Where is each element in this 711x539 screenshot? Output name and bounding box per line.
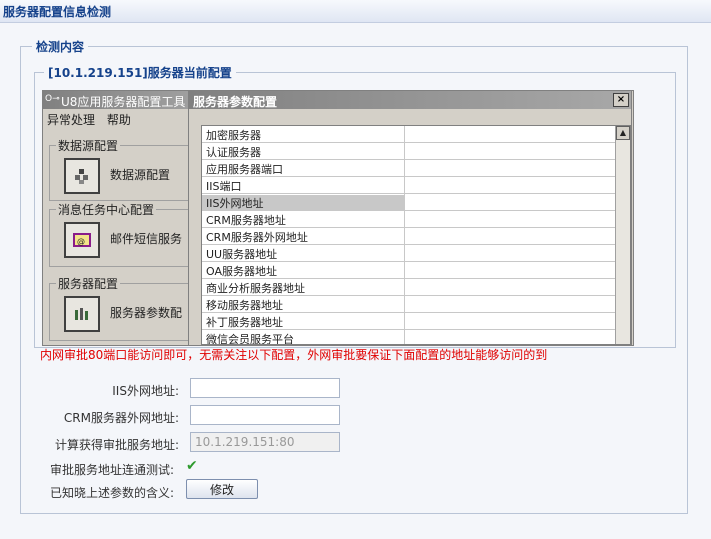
column-divider xyxy=(404,279,405,295)
column-divider xyxy=(404,330,405,344)
app-menubar: 异常处理 帮助 xyxy=(47,111,139,128)
list-item[interactable]: 认证服务器 xyxy=(202,143,616,160)
mail-sms-button-label[interactable]: 邮件短信服务 xyxy=(110,230,182,247)
iis-address-input[interactable] xyxy=(190,378,340,398)
column-divider xyxy=(404,262,405,278)
datasource-button-label[interactable]: 数据源配置 xyxy=(110,166,170,183)
list-item[interactable]: 应用服务器端口 xyxy=(202,160,616,177)
list-item[interactable]: CRM服务器地址 xyxy=(202,211,616,228)
list-item-label: 微信会员服务平台 xyxy=(206,333,294,345)
column-divider xyxy=(404,143,405,159)
column-divider xyxy=(404,245,405,261)
calc-address-input xyxy=(190,432,340,452)
crm-address-label: CRM服务器外网地址: xyxy=(63,411,179,425)
svg-text:@: @ xyxy=(77,237,85,246)
menu-exception[interactable]: 异常处理 xyxy=(47,113,95,127)
app-titlebar: O⊸ U8应用服务器配置工具 xyxy=(43,91,193,109)
group-datasource: 数据源配置 数据源配置 xyxy=(49,137,200,201)
list-item-label: UU服务器地址 xyxy=(206,248,278,261)
list-item[interactable]: OA服务器地址 xyxy=(202,262,616,279)
group-label: 数据源配置 xyxy=(56,137,121,154)
crm-address-input[interactable] xyxy=(190,405,340,425)
column-divider xyxy=(404,177,405,193)
list-scrollbar[interactable]: ▲ xyxy=(615,126,630,344)
column-divider xyxy=(404,228,405,244)
database-icon[interactable] xyxy=(64,158,100,194)
scroll-up-icon[interactable]: ▲ xyxy=(616,126,630,140)
key-icon: O⊸ xyxy=(45,94,60,104)
subsection-title: [10.1.219.151]服务器当前配置 xyxy=(44,64,236,81)
app-title: U8应用服务器配置工具 xyxy=(61,95,186,109)
list-item[interactable]: IIS外网地址 xyxy=(202,194,616,211)
list-item-label: 加密服务器 xyxy=(206,129,261,142)
dialog-title: 服务器参数配置 xyxy=(193,95,278,109)
mail-icon[interactable]: @ xyxy=(64,222,100,258)
list-item-label: IIS端口 xyxy=(206,180,242,193)
list-item[interactable]: 加密服务器 xyxy=(202,126,616,143)
list-item-label: IIS外网地址 xyxy=(202,195,404,211)
iis-address-label: IIS外网地址: xyxy=(112,384,179,398)
list-item-label: CRM服务器地址 xyxy=(206,214,286,227)
server-params-dialog: 服务器参数配置 × 加密服务器认证服务器应用服务器端口 IIS端口 IIS外网地址 C… xyxy=(188,90,632,346)
list-item[interactable]: UU服务器地址 xyxy=(202,245,616,262)
warning-note: 内网审批80端口能访问即可，无需关注以下配置，外网审批要保证下面配置的地址能够访… xyxy=(40,348,548,362)
list-item[interactable]: 补丁服务器地址 xyxy=(202,313,616,330)
list-item-label: 商业分析服务器地址 xyxy=(206,282,305,295)
list-item-label: 补丁服务器地址 xyxy=(206,316,283,329)
confirm-label: 已知晓上述参数的含义: xyxy=(50,486,175,500)
page-title: 服务器配置信息检测 xyxy=(3,5,112,19)
list-item-label: 移动服务器地址 xyxy=(206,299,283,312)
column-divider xyxy=(404,211,405,227)
list-item-label: 应用服务器端口 xyxy=(206,163,283,176)
list-item-label: 认证服务器 xyxy=(206,146,261,159)
group-message-center: 消息任务中心配置 @ 邮件短信服务 xyxy=(49,201,200,267)
calc-address-label: 计算获得审批服务地址: xyxy=(54,438,179,452)
page-header: 服务器配置信息检测 xyxy=(0,0,711,23)
group-server-config: 服务器配置 服务器参数配 xyxy=(49,275,200,341)
list-item-label: CRM服务器外网地址 xyxy=(206,231,308,244)
server-params-icon[interactable] xyxy=(64,296,100,332)
connectivity-test-label: 审批服务地址连通测试: xyxy=(50,463,175,477)
column-divider xyxy=(404,160,405,176)
group-label: 服务器配置 xyxy=(56,275,121,292)
column-divider xyxy=(404,296,405,312)
list-item[interactable]: 微信会员服务平台 xyxy=(202,330,616,345)
list-item[interactable]: 移动服务器地址 xyxy=(202,296,616,313)
group-label: 消息任务中心配置 xyxy=(56,201,157,218)
list-item[interactable]: 商业分析服务器地址 xyxy=(202,279,616,296)
list-item[interactable]: CRM服务器外网地址 xyxy=(202,228,616,245)
dialog-titlebar: 服务器参数配置 × xyxy=(189,91,631,109)
modify-button[interactable]: 修改 xyxy=(186,479,258,499)
checkmark-icon: ✔ xyxy=(186,458,198,474)
column-divider xyxy=(404,126,405,142)
list-item-label: OA服务器地址 xyxy=(206,265,277,278)
list-item[interactable]: IIS端口 xyxy=(202,177,616,194)
params-list: 加密服务器认证服务器应用服务器端口 IIS端口 IIS外网地址 CRM服务器地址 CRM… xyxy=(201,125,631,345)
close-icon[interactable]: × xyxy=(613,93,629,107)
section-title: 检测内容 xyxy=(32,38,89,55)
menu-help[interactable]: 帮助 xyxy=(107,113,131,127)
column-divider xyxy=(404,313,405,329)
column-divider xyxy=(404,194,405,210)
server-params-button-label[interactable]: 服务器参数配 xyxy=(110,304,182,321)
